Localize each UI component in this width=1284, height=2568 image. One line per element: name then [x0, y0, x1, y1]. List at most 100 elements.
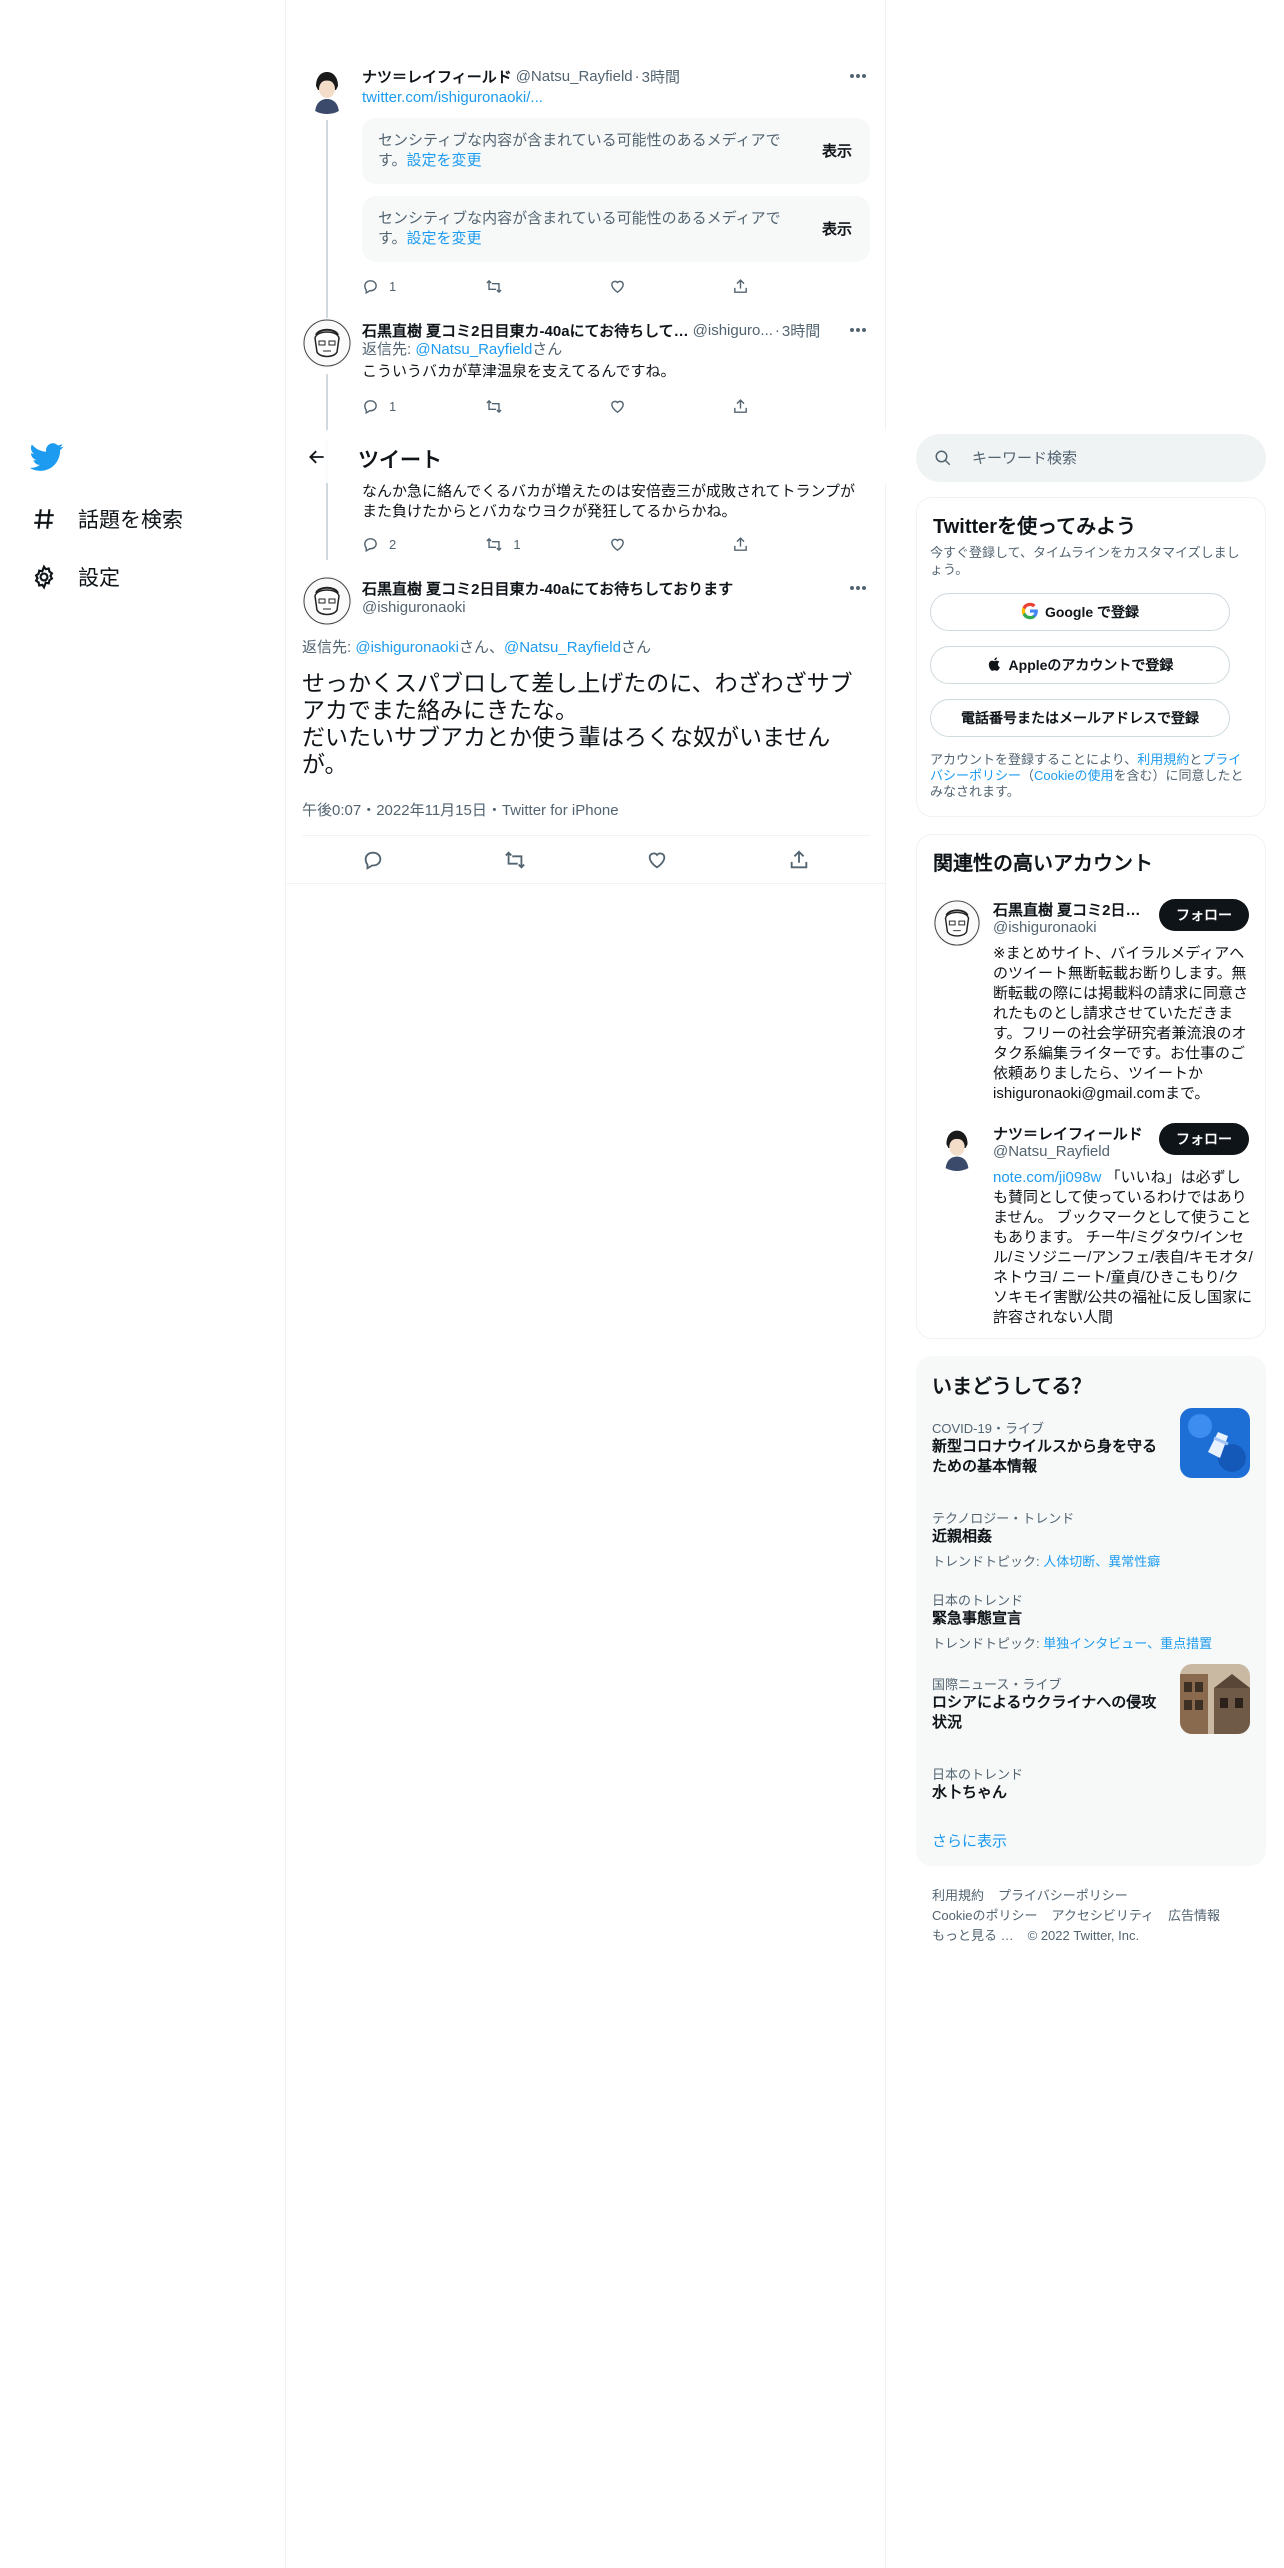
retweet-button[interactable] — [504, 848, 526, 872]
reply-icon — [364, 279, 377, 294]
related-accounts-title: 関連性の高いアカウント — [933, 853, 1153, 875]
search-box[interactable] — [916, 434, 1266, 482]
show-media-button[interactable]: 表示 — [822, 218, 852, 239]
tweet-time[interactable]: 3時間 — [642, 66, 680, 87]
tweet-time[interactable]: 午後0:07 — [302, 802, 361, 819]
tweet-date[interactable]: 2022年11月15日 — [376, 802, 487, 819]
signup-card: Twitterを使ってみよう 今すぐ登録して、タイムラインをカスタマイズしましょ… — [916, 497, 1266, 817]
cookie-link[interactable]: Cookieの使用 — [1034, 768, 1113, 783]
avatar[interactable] — [302, 64, 352, 114]
follow-button[interactable]: フォロー — [1159, 899, 1249, 931]
reply-to-handle[interactable]: @Natsu_Rayfield — [415, 341, 532, 358]
footer-terms[interactable]: 利用規約 — [932, 1888, 984, 1903]
change-settings-link[interactable]: 設定を変更 — [407, 152, 482, 169]
account-name[interactable]: ナツ＝レイフィールド — [993, 1123, 1143, 1144]
share-button[interactable] — [788, 848, 810, 872]
tweet-actions: 2 1 — [362, 532, 792, 556]
heart-icon — [610, 400, 624, 413]
tweet-metadata: 午後0:07・2022年11月15日・Twitter for iPhone — [302, 802, 619, 819]
avatar[interactable] — [933, 899, 981, 947]
trend-item[interactable]: テクノロジー・トレンド 近親相姦 トレンドトピック: 人体切断、異常性癖 — [916, 1508, 1266, 1578]
twitter-logo-icon[interactable] — [29, 440, 70, 480]
tweet-author-handle[interactable]: @ishiguronaoki — [362, 599, 466, 616]
change-settings-link[interactable]: 設定を変更 — [407, 230, 482, 247]
tweet-link[interactable]: twitter.com/ishiguronaoki/... — [362, 89, 543, 106]
trend-topics[interactable]: 単独インタビュー、重点措置 — [1043, 1636, 1212, 1651]
retweet-button[interactable] — [485, 274, 545, 298]
reply-to-handle[interactable]: @Natsu_Rayfield — [504, 639, 621, 656]
retweet-button[interactable]: 1 — [485, 532, 545, 556]
avatar[interactable] — [302, 318, 352, 368]
right-sidebar: Twitterを使ってみよう 今すぐ登録して、タイムラインをカスタマイズしましょ… — [916, 0, 1266, 2568]
more-icon[interactable] — [848, 320, 868, 340]
share-icon — [790, 850, 808, 869]
follow-button[interactable]: フォロー — [1159, 1123, 1249, 1155]
search-input[interactable] — [972, 449, 1232, 467]
tweet-author-handle[interactable]: @ishiguro... — [693, 322, 773, 339]
account-bio-link[interactable]: note.com/ji098w — [993, 1169, 1101, 1186]
reply-button[interactable]: 2 — [362, 532, 422, 556]
phone-email-signup-label: 電話番号またはメールアドレスで登録 — [961, 710, 1199, 726]
more-icon[interactable] — [848, 66, 868, 86]
google-icon — [1021, 602, 1039, 623]
retweet-icon — [505, 851, 525, 869]
avatar[interactable] — [933, 1123, 981, 1171]
phone-email-signup-button[interactable]: 電話番号またはメールアドレスで登録 — [930, 699, 1230, 737]
gear-icon — [30, 563, 58, 591]
share-button[interactable] — [732, 274, 792, 298]
avatar[interactable] — [302, 576, 352, 626]
trend-topics[interactable]: 人体切断、異常性癖 — [1043, 1554, 1160, 1569]
reply-button[interactable]: 1 — [362, 274, 422, 298]
tweet-author-handle[interactable]: @Natsu_Rayfield — [516, 68, 633, 85]
footer-ads[interactable]: 広告情報 — [1168, 1908, 1220, 1923]
footer-accessibility[interactable]: アクセシビリティ — [1051, 1908, 1154, 1923]
account-handle[interactable]: @ishiguronaoki — [993, 919, 1097, 936]
retweet-icon — [486, 279, 502, 293]
trend-item[interactable]: COVID-19・ライブ 新型コロナウイルスから身を守るための基本情報 — [916, 1408, 1266, 1498]
terms-link[interactable]: 利用規約 — [1137, 752, 1189, 767]
retweet-button[interactable] — [485, 394, 545, 418]
like-button[interactable] — [609, 274, 669, 298]
trend-item[interactable]: 日本のトレンド 緊急事態宣言 トレンドトピック: 単独インタビュー、重点措置 — [916, 1590, 1266, 1660]
apple-signup-button[interactable]: Appleのアカウントで登録 — [930, 646, 1230, 684]
share-button[interactable] — [732, 532, 792, 556]
google-signup-button[interactable]: Google で登録 — [930, 593, 1230, 631]
nav-settings[interactable]: 設定 — [30, 557, 120, 597]
account-item[interactable]: ナツ＝レイフィールド @Natsu_Rayfield フォロー note.com… — [917, 1123, 1267, 1333]
show-media-button[interactable]: 表示 — [822, 140, 852, 161]
tweet-time[interactable]: 3時間 — [782, 320, 820, 341]
apple-signup-label: Appleのアカウントで登録 — [1008, 657, 1174, 673]
reply-to-handle[interactable]: @ishiguronaoki — [355, 639, 459, 656]
nav-explore[interactable]: 話題を検索 — [30, 499, 183, 539]
tweet-natsu[interactable]: ナツ＝レイフィールド @Natsu_Rayfield · 3時間 twitter… — [286, 60, 886, 320]
account-handle[interactable]: @Natsu_Rayfield — [993, 1143, 1110, 1160]
trend-item[interactable]: 国際ニュース・ライブ ロシアによるウクライナへの侵攻状況 — [916, 1664, 1266, 1754]
share-icon — [734, 536, 747, 551]
like-button[interactable] — [646, 848, 668, 872]
footer-privacy[interactable]: プライバシーポリシー — [998, 1888, 1128, 1903]
retweet-count: 1 — [513, 536, 521, 552]
tweet-author-name[interactable]: 石黒直樹 夏コミ2日目東カ-40aにてお待ちして… — [362, 320, 689, 341]
footer-links: 利用規約 プライバシーポリシー Cookieのポリシー アクセシビリティ 広告情報 も… — [932, 1886, 1252, 1946]
account-item[interactable]: 石黒直樹 夏コミ2日… @ishiguronaoki フォロー ※まとめサイト、… — [917, 899, 1267, 1109]
tweet-ishiguro-reply[interactable]: 石黒直樹 夏コミ2日目東カ-40aにてお待ちして… @ishiguro... ·… — [286, 316, 886, 434]
like-button[interactable] — [609, 532, 669, 556]
trend-title: 緊急事態宣言 — [932, 1610, 1023, 1627]
tweet-author-name[interactable]: ナツ＝レイフィールド — [362, 66, 512, 87]
account-name[interactable]: 石黒直樹 夏コミ2日… — [993, 899, 1143, 920]
apple-icon — [987, 655, 1003, 676]
trend-item[interactable]: 日本のトレンド 水卜ちゃん — [916, 1764, 1266, 1814]
more-icon[interactable] — [848, 578, 868, 598]
footer-cookie[interactable]: Cookieのポリシー — [932, 1908, 1037, 1923]
tweet-author-name[interactable]: 石黒直樹 夏コミ2日目東カ-40aにてお待ちしております — [362, 578, 733, 599]
footer-more[interactable]: もっと見る … — [932, 1928, 1014, 1943]
signup-terms: アカウントを登録することにより、利用規約とプライバシーポリシー（Cookieの使… — [930, 752, 1244, 799]
like-button[interactable] — [609, 394, 669, 418]
reply-button[interactable] — [362, 848, 384, 872]
show-more-link[interactable]: さらに表示 — [932, 1830, 1007, 1851]
share-button[interactable] — [732, 394, 792, 418]
reply-button[interactable]: 1 — [362, 394, 422, 418]
reply-icon — [364, 851, 382, 870]
main-timeline: ナツ＝レイフィールド @Natsu_Rayfield · 3時間 twitter… — [286, 0, 886, 2568]
back-arrow-icon[interactable] — [302, 442, 332, 472]
